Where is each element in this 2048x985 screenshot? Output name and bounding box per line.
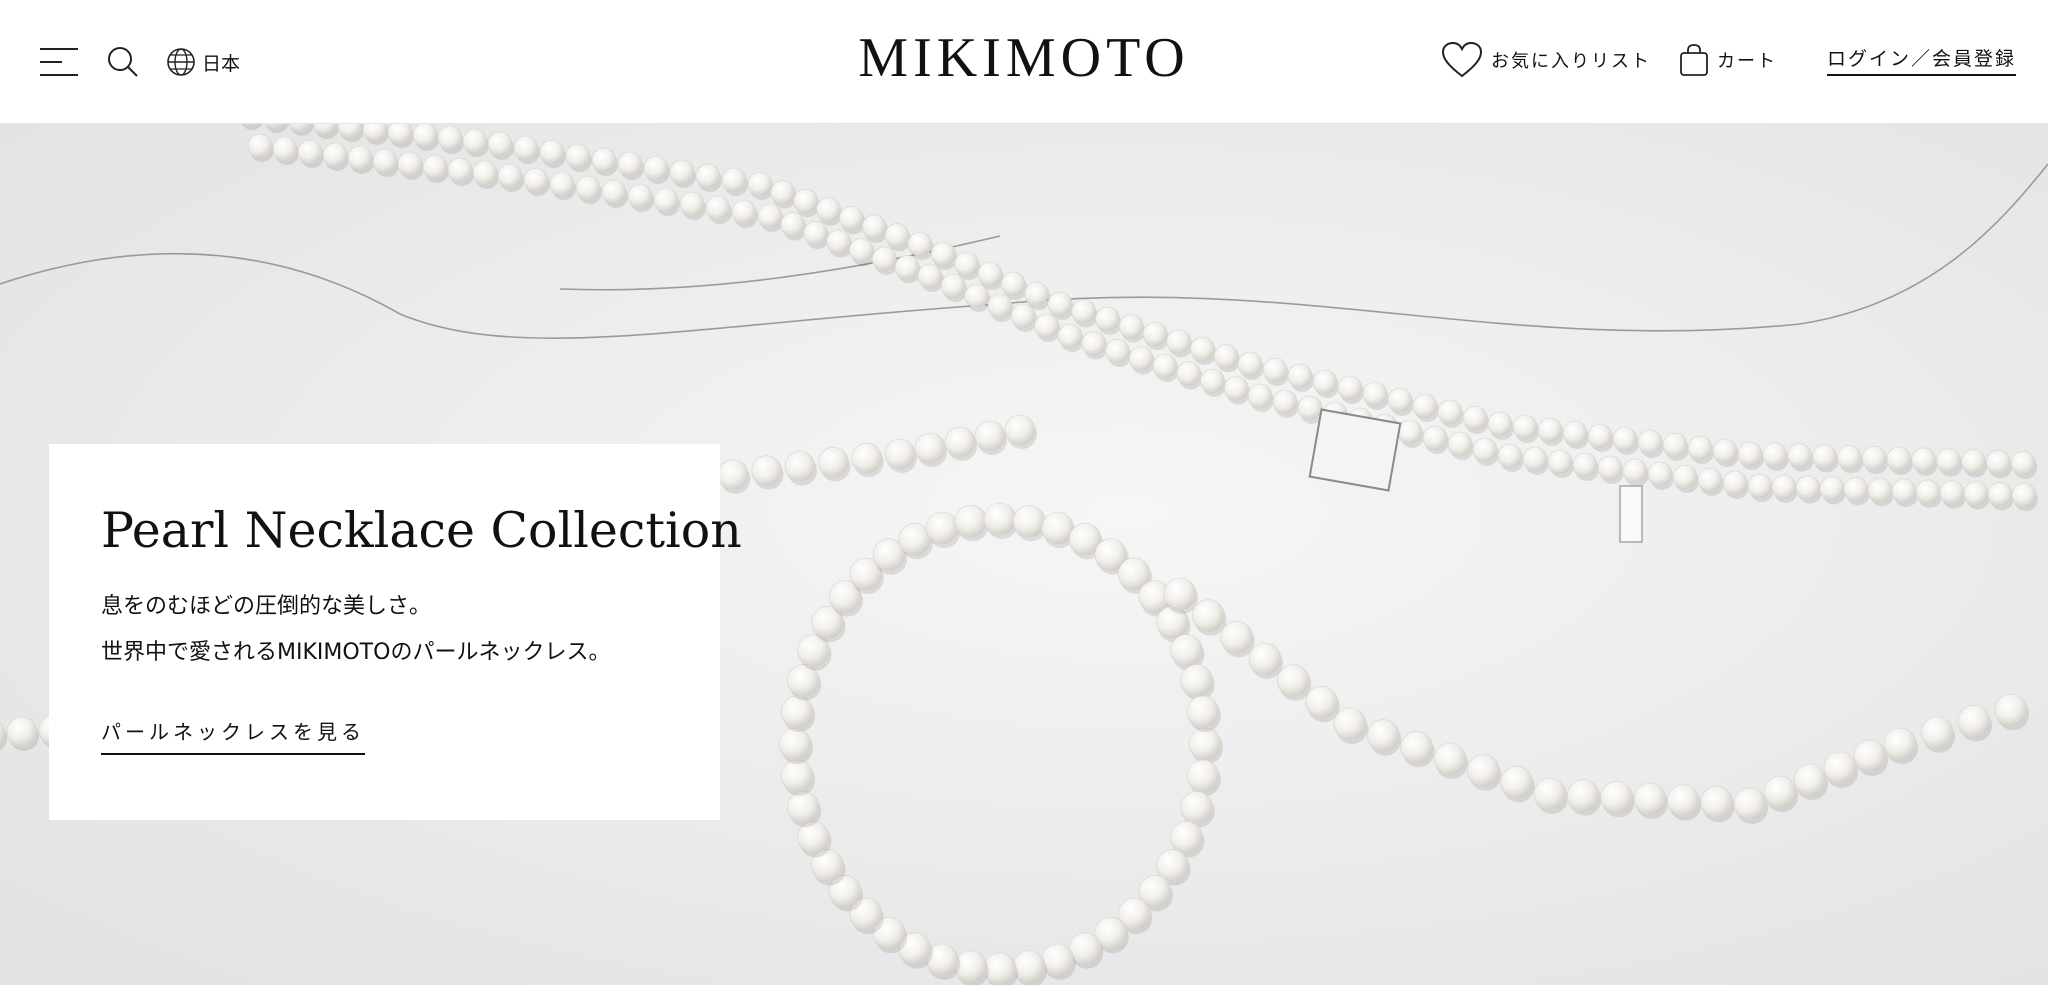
promo-line-1: 息をのむほどの圧倒的な美しさ。: [101, 594, 432, 619]
promo-title: Pearl Necklace Collection: [101, 502, 742, 559]
cart-label: カート: [1716, 51, 1777, 72]
promo-description: 息をのむほどの圧倒的な美しさ。 世界中で愛されるMIKIMOTOのパールネックレ…: [101, 584, 668, 676]
hero-banner: Pearl Necklace Collection 息をのむほどの圧倒的な美しさ…: [0, 124, 2048, 985]
promo-card: Pearl Necklace Collection 息をのむほどの圧倒的な美しさ…: [49, 444, 742, 820]
favorites-label: お気に入りリスト: [1490, 51, 1651, 72]
site-header: 日本 MIKIMOTO お気に入りリスト カート ログイン／会員登録: [0, 0, 2048, 124]
favorites-button[interactable]: お気に入りリスト: [1441, 41, 1651, 79]
login-register-link[interactable]: ログイン／会員登録: [1826, 44, 2016, 76]
cart-button[interactable]: カート: [1679, 43, 1777, 77]
header-right-tools: お気に入りリスト カート ログイン／会員登録: [1441, 38, 2016, 82]
heart-icon: [1441, 41, 1482, 78]
shopping-bag-icon: [1680, 44, 1708, 76]
promo-line-2: 世界中で愛されるMIKIMOTOのパールネックレス。: [101, 640, 611, 665]
view-pearl-necklaces-link[interactable]: パールネックレスを見る: [101, 716, 365, 755]
